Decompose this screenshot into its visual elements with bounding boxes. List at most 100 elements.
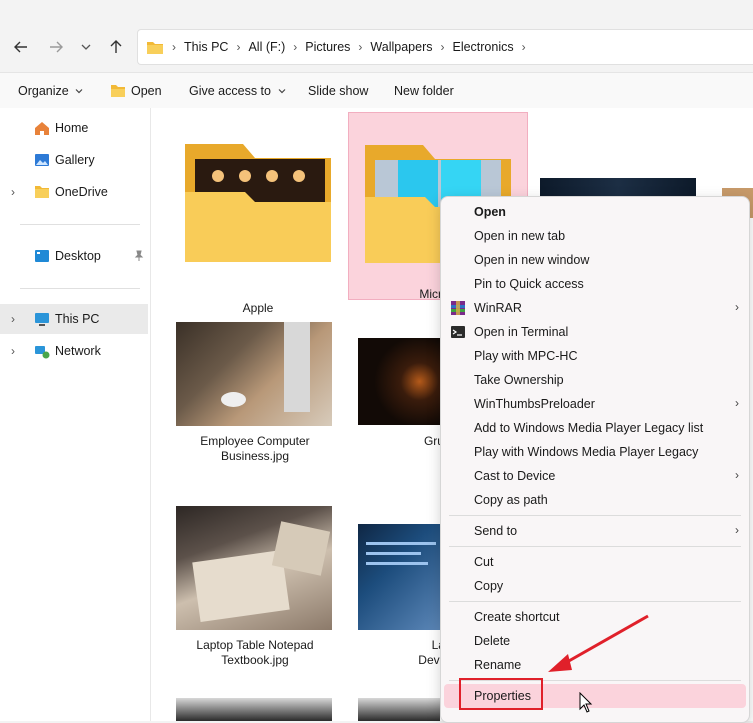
breadcrumb-separator: ›	[293, 40, 298, 54]
command-bar: Organize Open Give access to Slide show …	[0, 72, 753, 109]
winrar-icon	[451, 301, 465, 315]
chevron-down-icon	[278, 88, 286, 93]
highlight-box	[459, 678, 543, 710]
up-button[interactable]	[105, 36, 127, 58]
menu-item-winthumbs[interactable]: WinThumbsPreloader ›	[441, 392, 749, 416]
breadcrumb-this-pc[interactable]: This PC	[184, 40, 228, 54]
file-thumbnail[interactable]	[358, 698, 440, 721]
chevron-down-icon	[81, 44, 91, 50]
arrow-left-icon	[14, 41, 27, 53]
breadcrumb-separator: ›	[358, 40, 363, 54]
breadcrumb-separator: ›	[236, 40, 241, 54]
menu-item-send-to[interactable]: Send to ›	[441, 519, 749, 543]
breadcrumb-pictures[interactable]: Pictures	[305, 40, 350, 54]
terminal-icon	[451, 326, 465, 338]
sidebar-item-this-pc[interactable]: › This PC	[0, 304, 148, 334]
menu-separator	[449, 546, 741, 547]
arrow-up-icon	[110, 40, 122, 53]
file-name: Laptop Table Notepad Textbook.jpg	[196, 638, 314, 667]
chevron-right-icon: ›	[735, 523, 739, 537]
folder-icon	[35, 186, 49, 198]
breadcrumb-separator: ›	[521, 40, 526, 54]
folder-icon	[185, 144, 331, 262]
open-label: Open	[131, 83, 162, 98]
slideshow-button[interactable]: Slide show	[308, 73, 368, 108]
sidebar-item-onedrive[interactable]: › OneDrive	[0, 177, 148, 207]
folder-open-icon	[111, 84, 125, 97]
sidebar-item-label: Home	[55, 121, 89, 135]
menu-item-winrar[interactable]: WinRAR ›	[441, 296, 749, 320]
sidebar-item-label: Network	[55, 344, 101, 358]
breadcrumb-separator: ›	[172, 40, 176, 54]
file-name: Apple	[242, 301, 274, 315]
sidebar-item-home[interactable]: Home	[0, 113, 148, 143]
menu-item-add-wmp[interactable]: Add to Windows Media Player Legacy list	[441, 416, 749, 440]
sidebar-item-label: This PC	[55, 312, 100, 326]
chevron-right-icon: ›	[735, 300, 739, 314]
address-row: › This PC › All (F:) › Pictures › Wallpa…	[0, 0, 753, 72]
breadcrumb-drive[interactable]: All (F:)	[248, 40, 285, 54]
home-icon	[35, 122, 49, 135]
open-button[interactable]: Open	[110, 73, 162, 108]
sidebar-item-gallery[interactable]: Gallery	[0, 145, 148, 175]
folder-apple[interactable]: Apple	[173, 126, 343, 315]
network-icon	[35, 345, 50, 358]
sidebar-item-network[interactable]: › Network	[0, 336, 148, 366]
file-employee-computer[interactable]: Employee Computer Business.jpg	[173, 320, 343, 470]
menu-separator	[449, 515, 741, 516]
sidebar-item-label: Gallery	[55, 153, 95, 167]
menu-item-take-ownership[interactable]: Take Ownership	[441, 368, 749, 392]
menu-item-cast[interactable]: Cast to Device ›	[441, 464, 749, 488]
chevron-right-icon[interactable]: ›	[11, 312, 15, 326]
new-folder-button[interactable]: New folder	[394, 73, 454, 108]
give-access-button[interactable]: Give access to	[189, 73, 287, 108]
navigation-pane: Home Gallery › OneDrive Desktop › This P…	[0, 108, 151, 721]
menu-item-play-wmp[interactable]: Play with Windows Media Player Legacy	[441, 440, 749, 464]
recent-locations-button[interactable]	[75, 36, 97, 58]
chevron-right-icon[interactable]: ›	[11, 185, 15, 199]
arrow-right-icon	[50, 41, 63, 53]
menu-item-open-new-tab[interactable]: Open in new tab	[441, 224, 749, 248]
breadcrumb-electronics[interactable]: Electronics	[452, 40, 513, 54]
breadcrumb-separator: ›	[440, 40, 445, 54]
breadcrumb-wallpapers[interactable]: Wallpapers	[370, 40, 432, 54]
sidebar-item-desktop[interactable]: Desktop	[0, 241, 148, 271]
file-laptop-table-notepad[interactable]: Laptop Table Notepad Textbook.jpg	[173, 504, 343, 667]
organize-label: Organize	[18, 83, 69, 98]
organize-button[interactable]: Organize	[18, 73, 84, 108]
back-button[interactable]	[10, 36, 32, 58]
menu-item-copy-path[interactable]: Copy as path	[441, 488, 749, 512]
file-thumbnail[interactable]	[176, 698, 332, 721]
annotation-arrow	[548, 614, 649, 672]
cursor-icon	[579, 692, 593, 713]
folder-icon	[147, 41, 163, 54]
menu-item-open-new-window[interactable]: Open in new window	[441, 248, 749, 272]
menu-item-open-terminal[interactable]: Open in Terminal	[441, 320, 749, 344]
file-name: Employee Computer Business.jpg	[200, 434, 310, 463]
forward-button[interactable]	[45, 36, 67, 58]
computer-icon	[35, 312, 49, 326]
file-thumbnail	[176, 506, 332, 630]
pin-icon[interactable]	[133, 250, 145, 262]
sidebar-item-label: Desktop	[55, 249, 101, 263]
desktop-icon	[35, 250, 49, 262]
chevron-right-icon: ›	[735, 396, 739, 410]
menu-separator	[449, 601, 741, 602]
sidebar-item-label: OneDrive	[55, 185, 108, 199]
menu-item-pin-quick-access[interactable]: Pin to Quick access	[441, 272, 749, 296]
new-folder-label: New folder	[394, 83, 454, 98]
menu-item-play-mpc[interactable]: Play with MPC-HC	[441, 344, 749, 368]
chevron-right-icon: ›	[735, 468, 739, 482]
file-thumbnail	[358, 338, 440, 425]
divider	[20, 224, 140, 225]
chevron-right-icon[interactable]: ›	[11, 344, 15, 358]
file-thumbnail	[358, 524, 440, 630]
gallery-icon	[35, 154, 49, 166]
menu-item-copy[interactable]: Copy	[441, 574, 749, 598]
give-access-label: Give access to	[189, 83, 271, 98]
menu-item-open[interactable]: Open	[441, 200, 749, 224]
address-bar[interactable]: › This PC › All (F:) › Pictures › Wallpa…	[137, 29, 753, 65]
menu-item-cut[interactable]: Cut	[441, 550, 749, 574]
slideshow-label: Slide show	[308, 83, 369, 98]
divider	[20, 288, 140, 289]
